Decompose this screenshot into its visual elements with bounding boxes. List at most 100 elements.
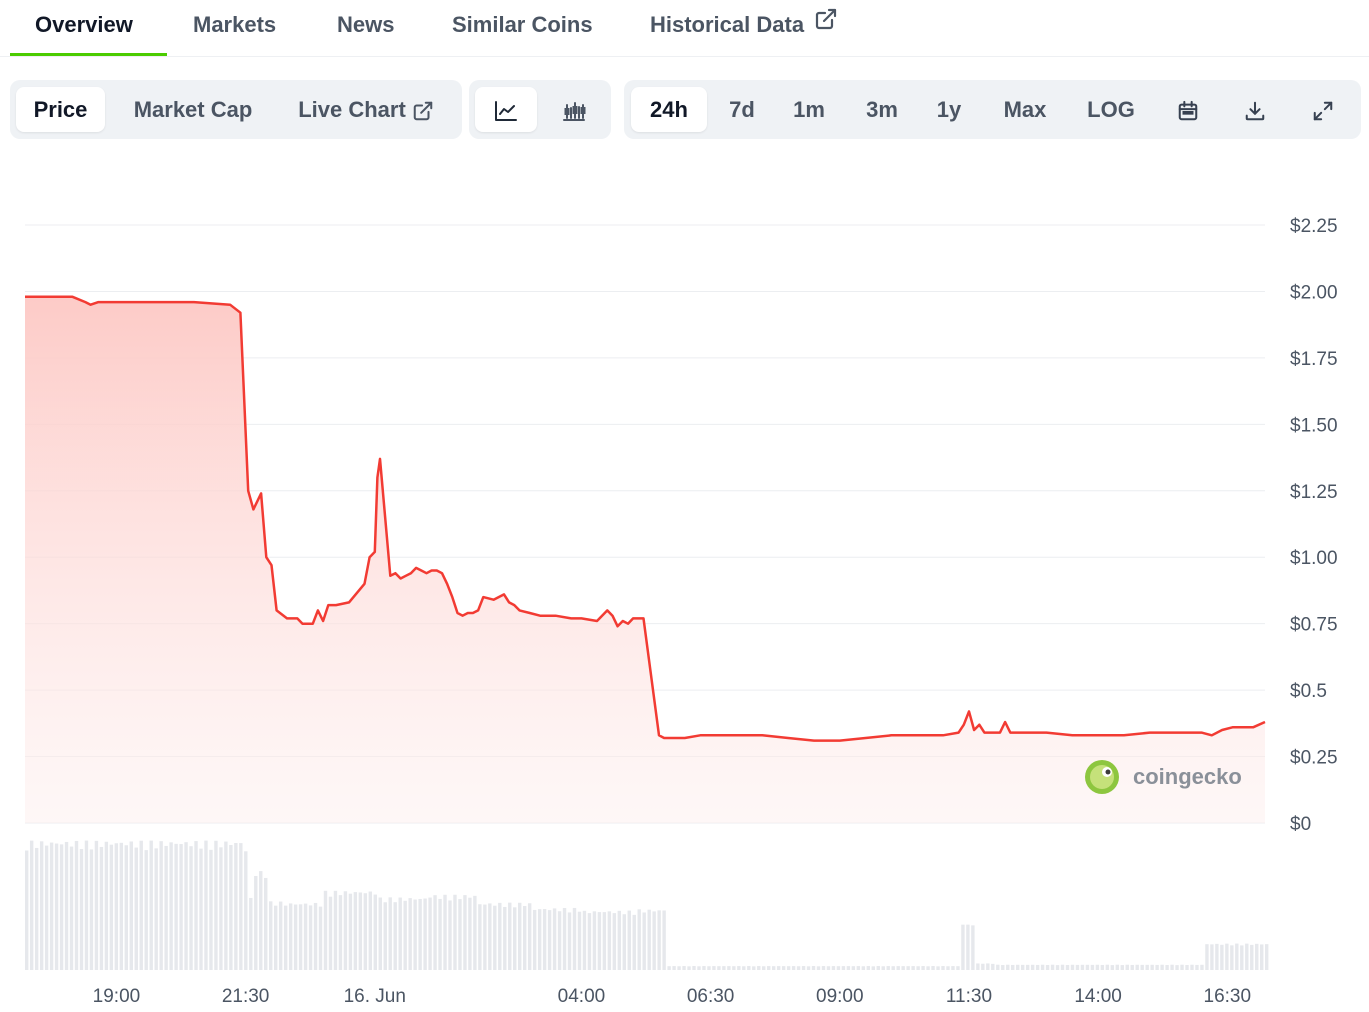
x-tick-label: 11:30 bbox=[946, 986, 992, 1007]
external-link-icon bbox=[412, 87, 434, 132]
volume-bar bbox=[572, 907, 577, 970]
volume-bar bbox=[547, 910, 552, 970]
volume-bar bbox=[811, 966, 816, 970]
volume-bar bbox=[1185, 965, 1189, 970]
x-tick-label: 14:00 bbox=[1074, 986, 1122, 1007]
volume-bar bbox=[732, 966, 736, 970]
volume-bar bbox=[727, 966, 731, 970]
volume-bar bbox=[363, 893, 368, 970]
volume-bar bbox=[582, 910, 587, 970]
tab-historical-data[interactable]: Historical Data bbox=[650, 8, 838, 42]
volume-bar bbox=[328, 896, 333, 970]
volume-bar bbox=[1090, 964, 1095, 970]
range-1m-button[interactable]: 1m bbox=[781, 87, 837, 132]
y-tick-label: $1.50 bbox=[1290, 415, 1338, 436]
volume-bar bbox=[269, 901, 273, 970]
volume-bar bbox=[1135, 964, 1139, 970]
volume-bar bbox=[1075, 964, 1080, 970]
volume-bar bbox=[1160, 964, 1164, 970]
fullscreen-button[interactable] bbox=[1299, 87, 1347, 132]
volume-bar bbox=[373, 894, 377, 970]
volume-bar bbox=[159, 841, 163, 970]
volume-bar bbox=[1020, 964, 1025, 970]
volume-bar bbox=[1230, 945, 1234, 970]
volume-bar bbox=[1150, 964, 1154, 970]
volume-bar bbox=[219, 847, 223, 970]
volume-bar bbox=[1145, 964, 1149, 970]
volume-bar bbox=[522, 906, 527, 970]
volume-bar bbox=[1025, 964, 1030, 970]
volume-bar bbox=[398, 897, 402, 970]
x-tick-label: 16. Jun bbox=[344, 986, 406, 1007]
volume-bar bbox=[976, 963, 980, 970]
volume-bar bbox=[283, 905, 288, 970]
volume-bar bbox=[393, 902, 397, 970]
volume-bar bbox=[498, 902, 502, 970]
volume-bar bbox=[1011, 964, 1015, 970]
volume-bar bbox=[254, 876, 258, 970]
line-chart-button[interactable] bbox=[475, 87, 537, 132]
range-1y-button[interactable]: 1y bbox=[922, 87, 976, 132]
volume-bar bbox=[896, 966, 900, 970]
range-max-button[interactable]: Max bbox=[990, 87, 1060, 132]
volume-bar bbox=[737, 966, 741, 970]
volume-bar bbox=[647, 909, 651, 970]
volume-bar bbox=[587, 913, 592, 970]
volume-bar bbox=[1100, 964, 1105, 970]
volume-bar bbox=[801, 966, 806, 970]
volume-bar bbox=[886, 966, 890, 970]
volume-bar bbox=[1255, 943, 1259, 970]
volume-bar bbox=[1225, 943, 1229, 970]
volume-bar bbox=[323, 890, 328, 970]
volume-bar bbox=[622, 914, 626, 970]
volume-bar bbox=[841, 966, 846, 970]
download-button[interactable] bbox=[1231, 87, 1279, 132]
volume-bar bbox=[1115, 964, 1120, 970]
volume-bar bbox=[483, 904, 487, 970]
date-range-button[interactable] bbox=[1164, 87, 1212, 132]
tab-news[interactable]: News bbox=[337, 8, 394, 42]
range-3m-button[interactable]: 3m bbox=[850, 87, 914, 132]
market-cap-button[interactable]: Market Cap bbox=[118, 87, 268, 132]
chart-view-selector bbox=[469, 80, 611, 139]
volume-bar bbox=[961, 924, 965, 970]
volume-bar bbox=[209, 849, 213, 970]
volume-bar bbox=[1205, 944, 1209, 970]
price-chart[interactable]: coingecko $0 $0.25 $0.5 $0.75 $1.00 $1.25 $1.5… bbox=[0, 150, 1369, 1012]
volume-bar bbox=[966, 924, 970, 970]
tab-similar-coins[interactable]: Similar Coins bbox=[452, 8, 593, 42]
volume-bar bbox=[438, 898, 442, 970]
price-button[interactable]: Price bbox=[16, 87, 105, 132]
tab-overview[interactable]: Overview bbox=[35, 8, 133, 42]
volume-bar bbox=[1140, 964, 1144, 970]
volume-bar bbox=[1175, 965, 1179, 970]
volume-bar bbox=[657, 910, 661, 970]
volume-bar bbox=[458, 899, 462, 970]
volume-bar bbox=[1105, 964, 1110, 970]
volume-bar bbox=[249, 897, 253, 970]
volume-bar bbox=[473, 895, 477, 970]
volume-bar bbox=[109, 844, 114, 970]
volume-bar bbox=[1235, 943, 1239, 970]
volume-bar bbox=[114, 843, 119, 970]
volume-bar bbox=[831, 966, 836, 970]
volume-bar bbox=[104, 841, 109, 970]
volume-bar bbox=[288, 903, 293, 970]
range-7d-button[interactable]: 7d bbox=[714, 87, 770, 132]
range-24h-button[interactable]: 24h bbox=[631, 87, 707, 132]
candlestick-button[interactable] bbox=[543, 87, 605, 132]
tab-markets[interactable]: Markets bbox=[193, 8, 276, 42]
live-chart-button[interactable]: Live Chart bbox=[286, 87, 446, 132]
price-area bbox=[25, 296, 1265, 823]
volume-bar bbox=[423, 898, 427, 970]
log-scale-button[interactable]: LOG bbox=[1076, 87, 1146, 132]
volume-bar bbox=[717, 966, 721, 970]
volume-bar bbox=[69, 846, 74, 970]
volume-bar bbox=[179, 844, 183, 970]
volume-bar bbox=[293, 904, 298, 970]
volume-bar bbox=[174, 843, 178, 970]
volume-bar bbox=[59, 844, 64, 970]
live-chart-label: Live Chart bbox=[298, 97, 406, 122]
volume-bar bbox=[707, 966, 711, 970]
volume-bar bbox=[871, 966, 875, 970]
